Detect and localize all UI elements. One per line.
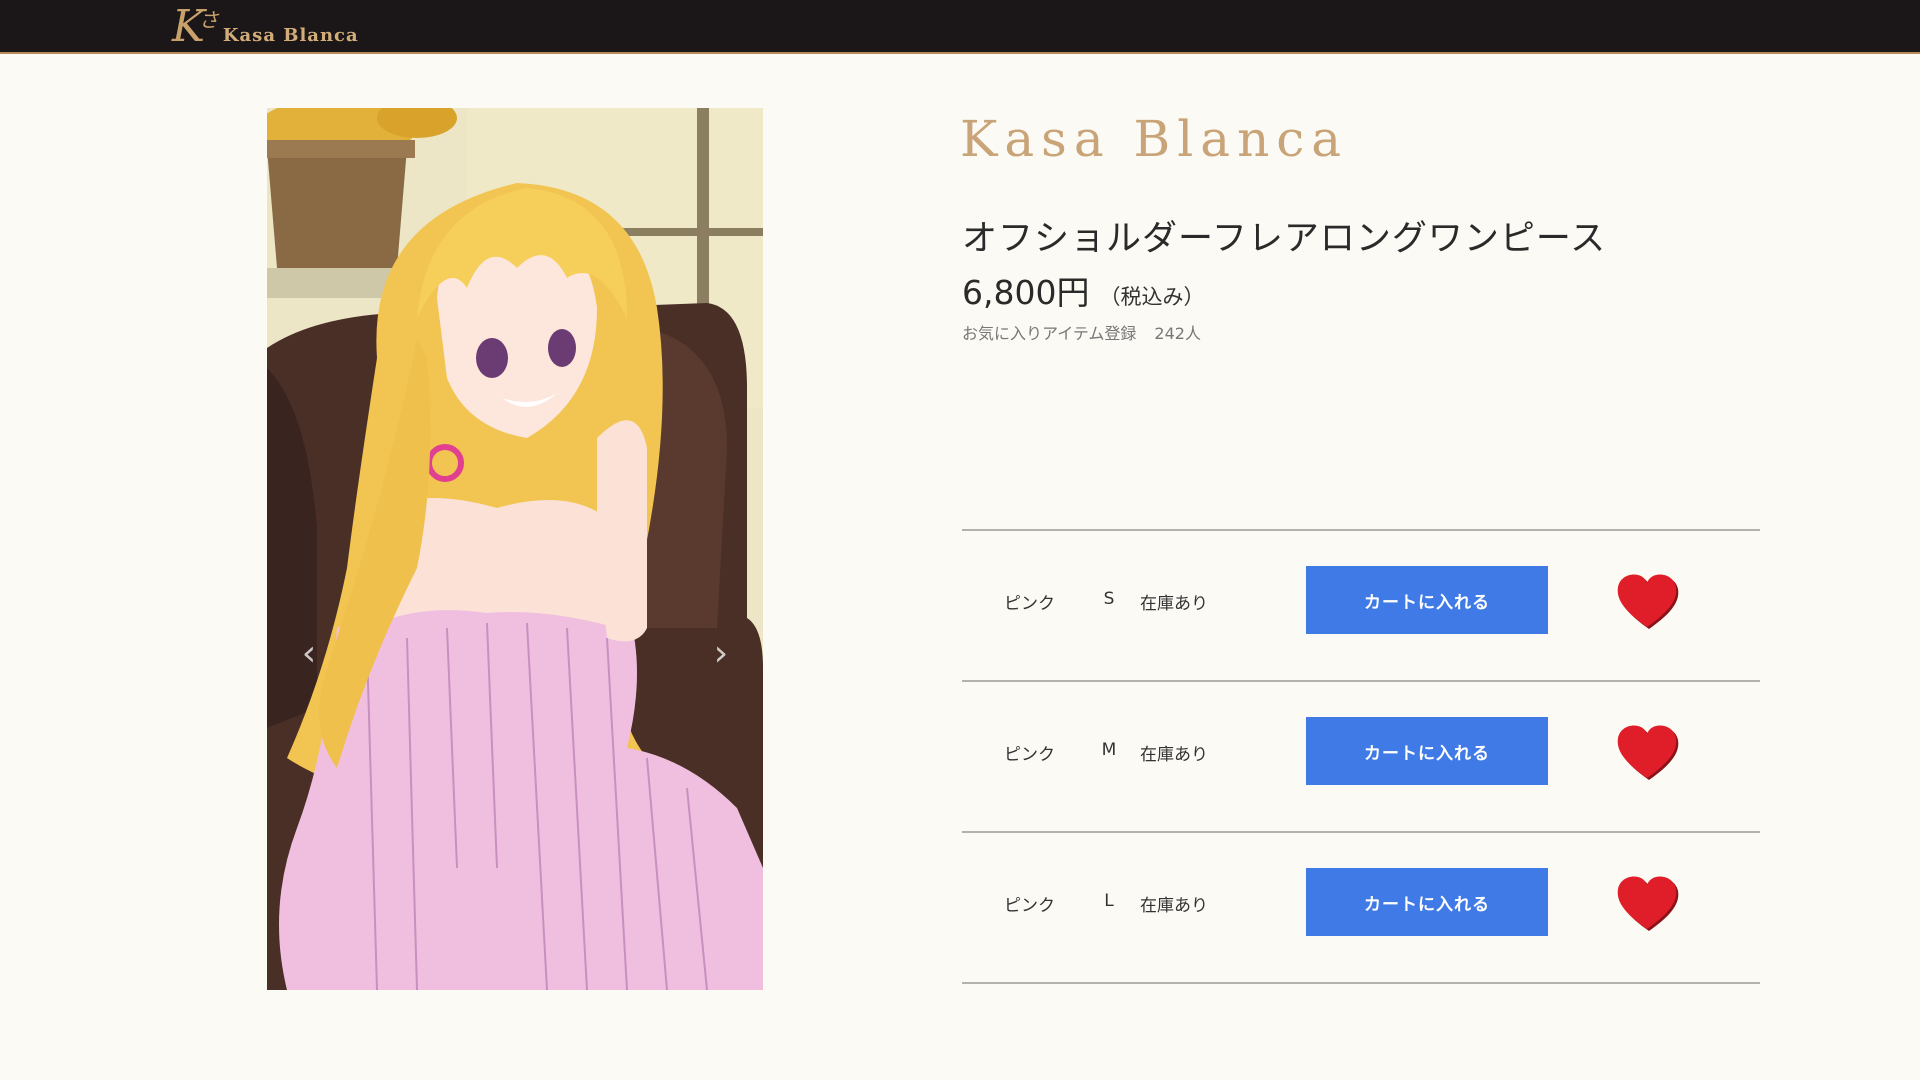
variant-size: S (1103, 589, 1115, 609)
product-image-gallery: ‹ › (267, 108, 763, 990)
variant-color: ピンク (1004, 745, 1055, 765)
variant-size: M (1101, 740, 1117, 760)
gallery-prev-button[interactable]: ‹ (289, 624, 329, 684)
variant-color: ピンク (1004, 594, 1055, 614)
variant-row-l: ピンク L 在庫あり カートに入れる (962, 831, 1760, 982)
variant-size: L (1104, 891, 1114, 911)
favorites-count: 242人 (1154, 324, 1201, 343)
variant-stock: 在庫あり (1140, 896, 1208, 916)
product-title: オフショルダーフレアロングワンピース (962, 219, 1607, 259)
price-row: 6,800円 （税込み） (962, 266, 1204, 314)
variant-list: ピンク S 在庫あり カートに入れる ピンク M 在庫あり カートに入れる ピン… (962, 529, 1760, 984)
favorite-heart-button[interactable] (1614, 873, 1680, 933)
variant-stock: 在庫あり (1140, 594, 1208, 614)
logo-mark: Kさ (172, 1, 219, 52)
favorites-label: お気に入りアイテム登録 (962, 324, 1137, 343)
favorites-count-row: お気に入りアイテム登録 242人 (962, 320, 1201, 344)
gallery-next-button[interactable]: › (701, 624, 741, 684)
heart-icon (1617, 876, 1679, 931)
favorite-heart-button[interactable] (1614, 722, 1680, 782)
brand-name[interactable]: Kasa Blanca (960, 110, 1348, 168)
variant-color: ピンク (1004, 896, 1055, 916)
heart-icon (1617, 725, 1679, 780)
variant-list-divider (962, 982, 1760, 984)
chevron-right-icon: › (713, 633, 729, 674)
add-to-cart-button[interactable]: カートに入れる (1306, 868, 1548, 936)
product-image (267, 108, 763, 990)
chevron-left-icon: ‹ (301, 633, 317, 674)
top-header-bar: Kさ Kasa Blanca (0, 0, 1920, 54)
add-to-cart-button[interactable]: カートに入れる (1306, 717, 1548, 785)
variant-row-s: ピンク S 在庫あり カートに入れる (962, 529, 1760, 680)
variant-row-m: ピンク M 在庫あり カートに入れる (962, 680, 1760, 831)
product-price: 6,800円 (962, 273, 1090, 312)
site-logo[interactable]: Kさ Kasa Blanca (172, 4, 359, 50)
tax-note: （税込み） (1099, 285, 1205, 309)
heart-icon (1617, 574, 1679, 629)
logo-text: Kasa Blanca (222, 25, 359, 46)
favorite-heart-button[interactable] (1614, 571, 1680, 631)
variant-stock: 在庫あり (1140, 745, 1208, 765)
add-to-cart-button[interactable]: カートに入れる (1306, 566, 1548, 634)
